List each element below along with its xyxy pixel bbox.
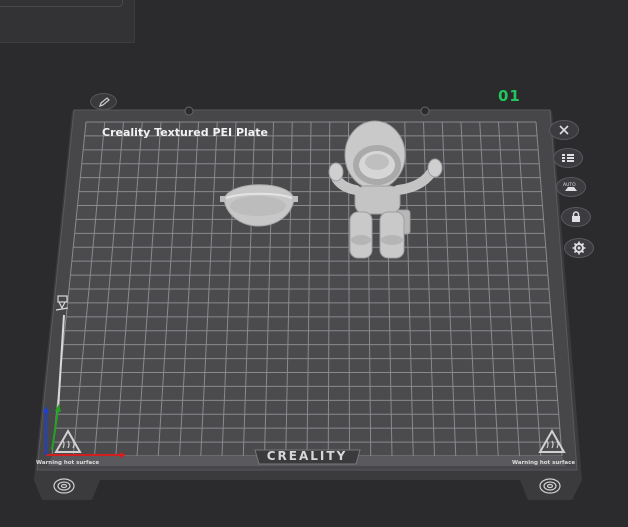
list-icon <box>562 154 574 162</box>
auto-arrange-icon: AUTO <box>563 182 577 191</box>
warning-right-text: Warning hot surface <box>512 460 576 466</box>
close-icon <box>559 125 569 135</box>
lock-plate-button[interactable] <box>561 207 591 227</box>
plate-objects-list-button[interactable] <box>553 148 583 168</box>
warning-left-text: Warning hot surface <box>36 460 100 466</box>
brand-logo-text: CREALITY <box>266 449 348 463</box>
plate-number[interactable]: 01 <box>498 87 521 105</box>
auto-arrange-button[interactable]: AUTO <box>556 177 586 197</box>
plate-notch <box>184 106 194 116</box>
pencil-icon <box>98 96 110 107</box>
lock-icon <box>572 211 580 222</box>
plate-settings-button[interactable] <box>564 238 594 258</box>
build-plate-scene <box>34 106 582 500</box>
plate-label: Creality Textured PEI Plate <box>102 126 268 139</box>
gear-icon <box>572 241 586 255</box>
remove-plate-button[interactable] <box>549 120 579 140</box>
edit-plate-name-button[interactable] <box>90 93 117 110</box>
plate-notch <box>420 106 430 116</box>
